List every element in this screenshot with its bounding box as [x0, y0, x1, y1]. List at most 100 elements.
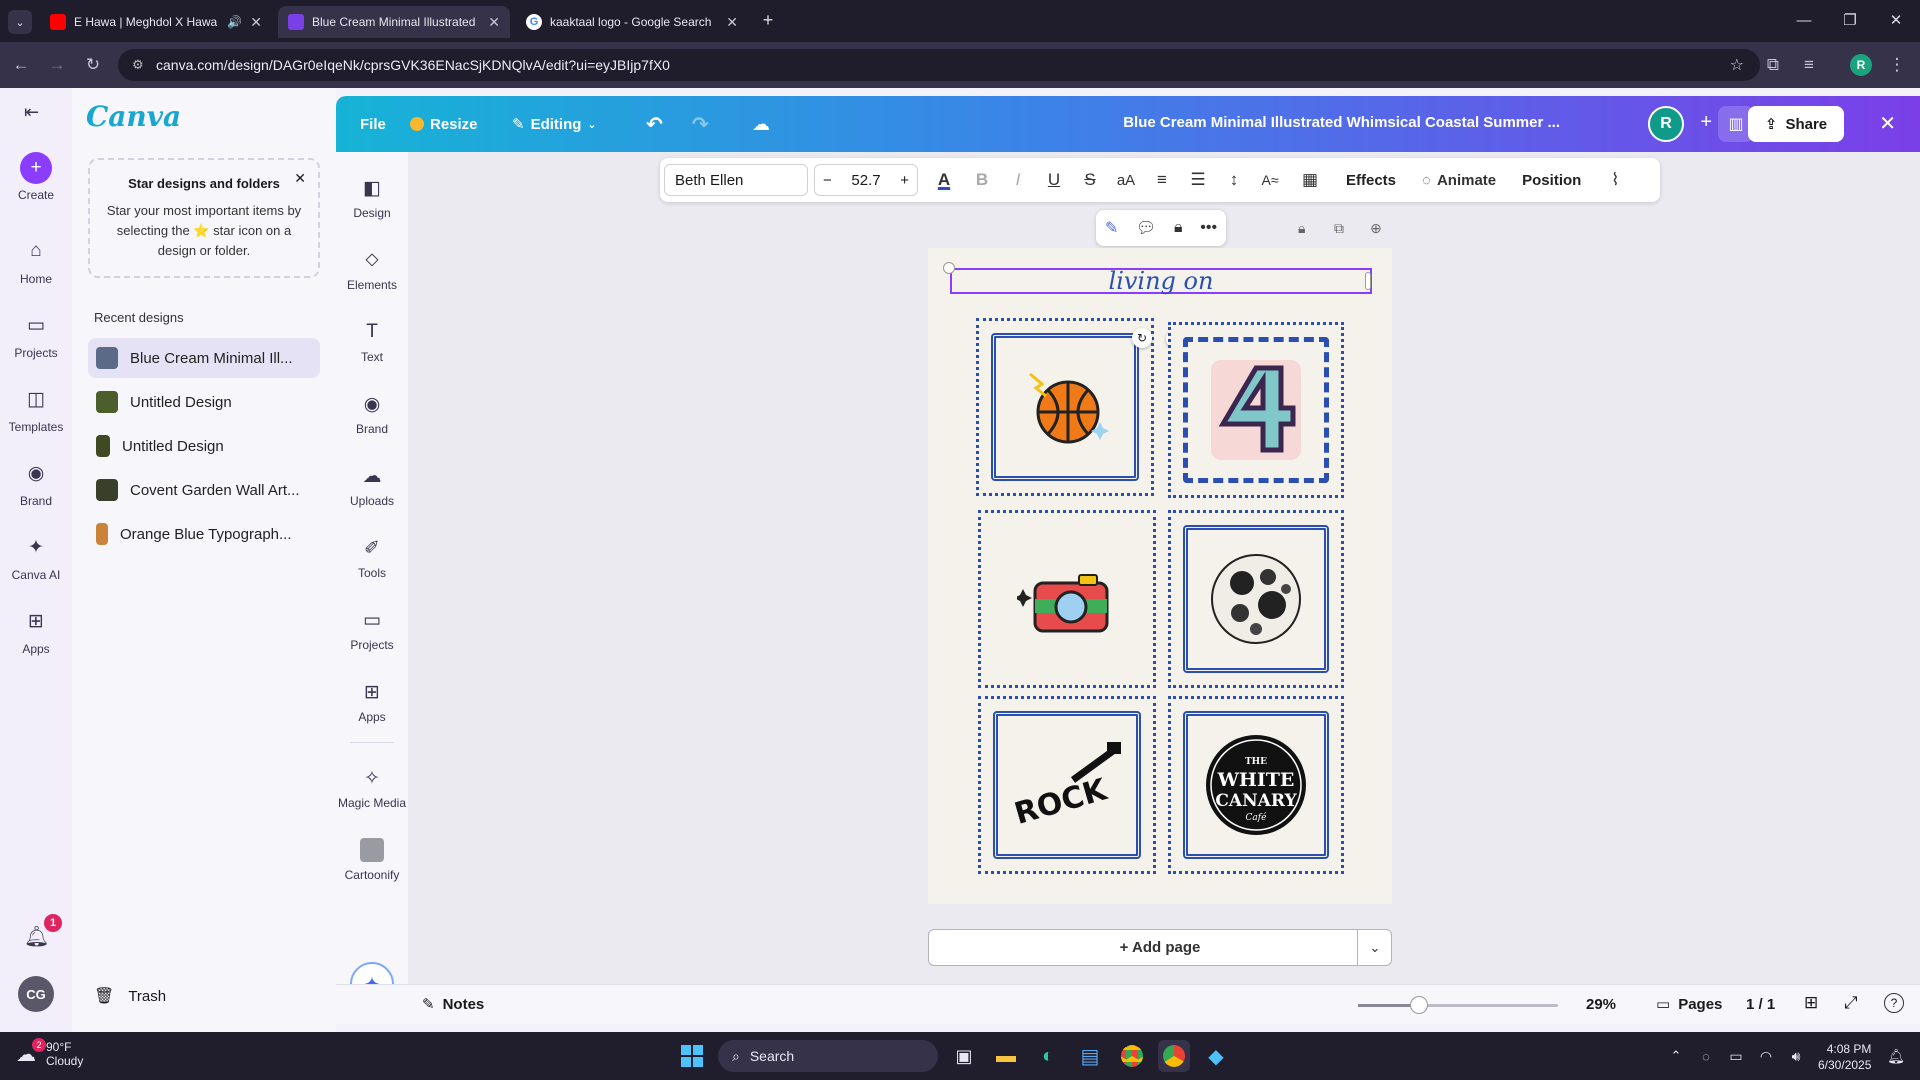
reload-button[interactable]: ↻ [80, 52, 106, 78]
clock[interactable]: 4:08 PM 6/30/2025 [1818, 1041, 1871, 1073]
list-icon[interactable]: ☰ [1180, 158, 1216, 202]
close-icon[interactable]: ✕ [488, 14, 500, 31]
lock-icon[interactable]: 🔒︎ [1174, 219, 1183, 237]
minimize-button[interactable]: — [1784, 8, 1824, 32]
panel-tab-projects[interactable]: ▭ Projects [336, 606, 408, 653]
extensions-icon[interactable]: ⧉ [1760, 52, 1786, 78]
zoom-slider[interactable] [1358, 996, 1558, 1014]
add-page-icon[interactable]: ⊕ [1370, 220, 1382, 237]
undo-button[interactable]: ↶ [646, 109, 663, 139]
store-icon[interactable]: ▤ [1074, 1040, 1106, 1072]
canva-logo[interactable]: Canva [86, 100, 181, 133]
site-info-icon[interactable]: ⚙ [132, 57, 144, 73]
sticker-frame-white-canary[interactable]: THE WHITE CANARY Café [1168, 696, 1344, 874]
transparency-icon[interactable]: ▦ [1288, 158, 1332, 202]
bookmark-star-icon[interactable]: ☆ [1730, 55, 1744, 75]
underline-button[interactable]: U [1036, 158, 1072, 202]
start-button[interactable] [676, 1040, 708, 1072]
sticker-frame-number[interactable] [1168, 322, 1344, 498]
panel-tab-text[interactable]: T Text [336, 318, 408, 364]
task-view-icon[interactable]: ▣ [948, 1040, 980, 1072]
wifi-icon[interactable]: ◠ [1750, 1040, 1782, 1072]
panel-tab-brand[interactable]: ◉ Brand [336, 390, 408, 437]
notification-center-icon[interactable]: 🔔︎ [1880, 1040, 1912, 1072]
case-button[interactable]: aA [1108, 158, 1144, 202]
taskbar-search[interactable]: ⌕ Search [718, 1040, 938, 1072]
recent-design-item[interactable]: Covent Garden Wall Art... [88, 470, 320, 510]
close-window-button[interactable]: ✕ [1876, 8, 1916, 32]
redo-button[interactable]: ↷ [692, 109, 709, 139]
file-menu[interactable]: File [360, 109, 386, 139]
panel-tab-uploads[interactable]: ☁ Uploads [336, 462, 408, 509]
panel-tab-apps[interactable]: ⊞ Apps [336, 678, 408, 725]
font-family-select[interactable]: Beth Ellen [664, 164, 808, 196]
zoom-slider-handle[interactable] [1410, 996, 1428, 1014]
close-icon[interactable]: ✕ [294, 170, 306, 187]
tab-youtube[interactable]: E Hawa | Meghdol X Hawa 🔊 ✕ [40, 6, 272, 38]
rail-item-apps[interactable]: ⊞ Apps [0, 604, 72, 657]
design-page[interactable]: living on ↻ ✥ [928, 248, 1392, 904]
rail-item-projects[interactable]: ▭ Projects [0, 308, 72, 361]
edge-icon[interactable]: ◐ [1032, 1040, 1064, 1072]
back-button[interactable]: ← [8, 52, 34, 78]
animate-button[interactable]: ◌ Animate [1410, 158, 1508, 202]
rail-item-templates[interactable]: ◫ Templates [0, 382, 72, 435]
new-tab-button[interactable]: + [758, 10, 778, 30]
app-icon[interactable]: ◆ [1200, 1040, 1232, 1072]
notes-button[interactable]: ✎ Notes [422, 995, 484, 1014]
italic-button[interactable]: I [1000, 158, 1036, 202]
text-color-button[interactable]: A [924, 158, 964, 202]
media-controls-icon[interactable]: ≡ [1796, 52, 1822, 78]
paint-roller-icon[interactable]: ⌇ [1595, 158, 1635, 202]
position-button[interactable]: Position [1508, 158, 1595, 202]
forward-button[interactable]: → [44, 52, 70, 78]
account-avatar[interactable]: CG [18, 976, 54, 1012]
magic-write-icon[interactable]: ✎ [1105, 218, 1118, 238]
network-icon[interactable]: ◌ [1690, 1040, 1722, 1072]
increase-size-icon[interactable]: + [900, 172, 909, 189]
chrome-icon[interactable] [1116, 1040, 1148, 1072]
trash-link[interactable]: 🗑︎ Trash [94, 986, 166, 1006]
panel-tab-tools[interactable]: ✐ Tools [336, 534, 408, 581]
rail-item-home[interactable]: ⌂ Home [0, 234, 72, 286]
spacing-icon[interactable]: ↕ [1216, 158, 1252, 202]
align-center-icon[interactable]: ≡ [1144, 158, 1180, 202]
font-size-stepper[interactable]: − 52.7 + [814, 164, 918, 196]
speaker-icon[interactable]: 🔊 [227, 15, 242, 29]
tab-canva[interactable]: Blue Cream Minimal Illustrated ✕ [278, 6, 510, 38]
weather-widget[interactable]: ☁ 90°F Cloudy [16, 1040, 83, 1068]
rotate-handle[interactable] [943, 262, 955, 274]
profile-avatar[interactable]: R [1850, 54, 1872, 76]
page-counter[interactable]: 1 / 1 [1746, 996, 1775, 1013]
recent-design-item[interactable]: Blue Cream Minimal Ill... [88, 338, 320, 378]
sticker-frame-moon[interactable] [1168, 510, 1344, 688]
rotate-icon[interactable]: ↻ [1132, 328, 1152, 348]
rail-item-brand[interactable]: ◉ Brand [0, 456, 72, 509]
menu-icon[interactable]: ⋮ [1884, 52, 1910, 78]
show-hidden-icons[interactable]: ⌃ [1660, 1040, 1692, 1072]
editing-mode-dropdown[interactable]: ✎ Editing ⌄ [512, 109, 597, 139]
restore-button[interactable]: ❐ [1830, 8, 1870, 32]
zoom-level[interactable]: 29% [1586, 996, 1616, 1013]
resize-handle[interactable] [1365, 272, 1371, 290]
text-effects-icon[interactable]: A≈ [1252, 158, 1288, 202]
page-lock-icon[interactable]: 🔒︎ [1298, 220, 1305, 237]
panel-tab-magic-media[interactable]: ✧ Magic Media [336, 764, 408, 811]
chevron-down-icon[interactable]: ⌄ [1357, 929, 1392, 966]
display-icon[interactable]: ▭ [1720, 1040, 1752, 1072]
file-explorer-icon[interactable]: ▬ [990, 1040, 1022, 1072]
more-options-icon[interactable]: ••• [1200, 219, 1217, 237]
close-editor-icon[interactable]: ✕ [1879, 111, 1896, 136]
panel-tab-design[interactable]: ◧ Design [336, 174, 408, 221]
invite-plus-icon[interactable]: + [1700, 111, 1712, 134]
sticker-frame-rock[interactable]: ROCK [978, 696, 1156, 874]
recent-design-item[interactable]: Untitled Design [88, 382, 320, 422]
rail-item-create[interactable]: + Create [0, 152, 72, 202]
pages-button[interactable]: ▭ Pages [1656, 995, 1722, 1014]
close-icon[interactable]: ✕ [726, 14, 738, 31]
recent-design-item[interactable]: Orange Blue Typograph... [88, 514, 320, 554]
chrome-profile-icon[interactable] [1158, 1040, 1190, 1072]
comment-add-icon[interactable]: 💬︎ [1136, 218, 1156, 238]
decrease-size-icon[interactable]: − [823, 172, 832, 189]
document-title[interactable]: Blue Cream Minimal Illustrated Whimsical… [1123, 114, 1560, 131]
